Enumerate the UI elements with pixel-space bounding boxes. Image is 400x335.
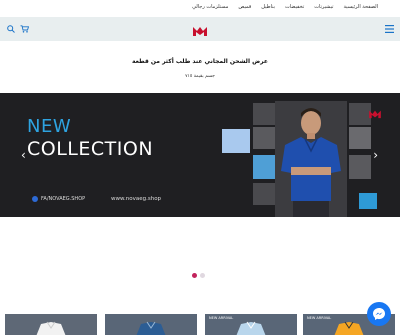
search-icon[interactable]	[5, 23, 17, 35]
logo[interactable]	[192, 22, 208, 36]
grid-square	[222, 129, 250, 153]
facebook-icon	[32, 196, 38, 202]
product-badge: NEW ARRIVAL	[209, 316, 234, 320]
grid-square	[349, 127, 371, 149]
grid-square	[253, 103, 275, 125]
product-badge: NEW ARRIVAL	[307, 316, 332, 320]
carousel-dots	[192, 273, 205, 278]
grid-square	[253, 127, 275, 149]
grid-square	[359, 193, 377, 209]
product-image	[5, 314, 97, 335]
next-slide-arrow-icon[interactable]: ›	[373, 148, 378, 162]
carousel-dot[interactable]	[200, 273, 205, 278]
grid-square	[349, 155, 371, 179]
grid-square	[253, 183, 275, 205]
hero-banner[interactable]: NEW COLLECTION FA/NOVAEG.SHOP www.novaeg…	[0, 93, 400, 217]
nav-link-home[interactable]: الصفحة الرئيسية	[344, 4, 379, 10]
website-text: www.novaeg.shop	[111, 196, 162, 202]
facebook-text: FA/NOVAEG.SHOP	[41, 196, 86, 202]
nav-link-sales[interactable]: تخفيضات	[285, 4, 304, 10]
nav-link-pants[interactable]: بناطيل	[261, 4, 275, 10]
brand-mark-icon	[369, 110, 381, 119]
nav-link-accessories[interactable]: مستلزمات رجالي	[192, 4, 228, 10]
product-card[interactable]	[105, 314, 197, 335]
messenger-icon[interactable]	[367, 302, 391, 326]
nav-link-tshirts[interactable]: تيشيرتات	[314, 4, 333, 10]
product-card[interactable]: NEW ARRIVAL	[205, 314, 297, 335]
grid-square	[253, 155, 275, 179]
cart-icon[interactable]	[18, 23, 30, 35]
banner-title-collection: COLLECTION	[27, 138, 154, 160]
top-nav: الصفحة الرئيسية تيشيرتات تخفيضات بناطيل …	[192, 4, 378, 10]
header-bar	[0, 17, 400, 41]
menu-icon[interactable]	[383, 23, 395, 35]
facebook-handle: FA/NOVAEG.SHOP	[32, 196, 85, 202]
carousel-dot[interactable]	[192, 273, 197, 278]
product-card[interactable]	[5, 314, 97, 335]
product-image	[105, 314, 197, 335]
banner-title-new: NEW	[27, 116, 72, 137]
prev-slide-arrow-icon[interactable]: ‹	[21, 148, 26, 162]
nav-link-shirts[interactable]: قميص	[238, 4, 251, 10]
promo-text: عرض الشحن المجاني عند طلب أكثر من قطعة	[131, 58, 268, 65]
promo-subtext: جسم بقيمة ٧١٥	[185, 74, 215, 79]
page: الصفحة الرئيسية تيشيرتات تخفيضات بناطيل …	[0, 0, 400, 335]
model-photo	[275, 101, 347, 217]
